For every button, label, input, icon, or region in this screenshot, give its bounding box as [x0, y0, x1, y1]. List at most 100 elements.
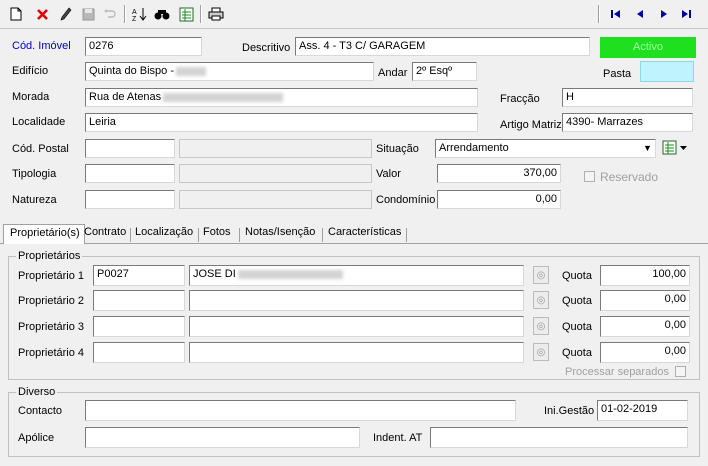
fraccao-field[interactable]: H [562, 88, 693, 107]
condominio-field[interactable]: 0,00 [437, 190, 561, 209]
cod-imovel-field[interactable]: 0276 [85, 37, 202, 56]
apolice-label: Apólice [18, 432, 55, 444]
tab-contrato[interactable]: Contrato [84, 226, 126, 238]
quota-2-label: Quota [562, 295, 592, 307]
proprietario-1-name[interactable]: JOSE DI [189, 265, 524, 286]
localidade-label: Localidade [12, 116, 66, 128]
quota-1-field[interactable]: 100,00 [600, 265, 690, 286]
tab-localizacao[interactable]: Localização [135, 226, 193, 238]
sort-icon[interactable]: AZ [130, 4, 150, 24]
dropdown-arrow-icon[interactable]: ▼ [640, 140, 655, 157]
proprietario-4-name[interactable] [189, 342, 524, 363]
cod-imovel-label[interactable]: Cód. Imóvel [12, 40, 71, 52]
quota-4-label: Quota [562, 347, 592, 359]
tab-proprietarios[interactable]: Proprietário(s) [3, 224, 85, 244]
owner-4-detail-icon[interactable]: ◎ [533, 343, 549, 361]
apolice-field[interactable] [85, 427, 360, 448]
natureza-label: Natureza [12, 194, 57, 206]
ini-gestao-field[interactable]: 01-02-2019 [597, 400, 688, 421]
owner-1-detail-icon[interactable]: ◎ [533, 266, 549, 284]
proprietario-1-code[interactable]: P0027 [93, 265, 185, 286]
table-lookup-icon[interactable] [662, 139, 690, 157]
pasta-field[interactable] [640, 61, 694, 82]
proprietario-2-code[interactable] [93, 290, 185, 311]
valor-field[interactable]: 370,00 [437, 164, 561, 183]
proprietario-1-name-value: JOSE DI [193, 268, 236, 280]
localidade-field[interactable]: Leiria [85, 113, 478, 132]
pasta-label: Pasta [603, 68, 632, 80]
first-record-icon[interactable] [606, 4, 626, 24]
quota-2-field[interactable]: 0,00 [600, 290, 690, 311]
quota-4-field[interactable]: 0,00 [600, 342, 690, 363]
print-icon[interactable] [206, 4, 226, 24]
artigo-matriz-label: Artigo Matriz [500, 119, 562, 131]
proprietario-4-code[interactable] [93, 342, 185, 363]
natureza-field[interactable] [85, 190, 175, 209]
proprietario-3-name[interactable] [189, 316, 524, 337]
tipologia-label: Tipologia [12, 168, 57, 180]
tipologia-field[interactable] [85, 164, 175, 183]
proprietario-2-label: Proprietário 2 [18, 295, 85, 307]
contacto-field[interactable] [85, 400, 516, 421]
save-icon[interactable] [78, 4, 98, 24]
tab-fotos[interactable]: Fotos [203, 226, 231, 238]
morada-label: Morada [12, 91, 50, 103]
tab-caracteristicas[interactable]: Características [328, 226, 401, 238]
owner-3-detail-icon[interactable]: ◎ [533, 317, 549, 335]
cod-postal-description-field [179, 139, 372, 158]
reservado-label: Reservado [600, 170, 659, 184]
tipologia-description-field [179, 164, 372, 183]
proprietario-1-label: Proprietário 1 [18, 270, 85, 282]
reservado-checkbox[interactable] [584, 171, 595, 182]
status-badge: Activo [600, 37, 696, 58]
situacao-value: Arrendamento [439, 142, 509, 154]
valor-label: Valor [376, 168, 401, 180]
quota-1-label: Quota [562, 270, 592, 282]
edificio-value: Quinta do Bispo - [89, 65, 174, 77]
quota-3-label: Quota [562, 321, 592, 333]
proprietario-2-name[interactable] [189, 290, 524, 311]
processar-separados-label: Processar separados [565, 366, 669, 378]
edificio-field[interactable]: Quinta do Bispo - [85, 62, 374, 81]
find-icon[interactable] [152, 4, 172, 24]
tab-label: Proprietário(s) [10, 227, 80, 239]
undo-icon[interactable] [100, 4, 120, 24]
ini-gestao-label: Ini.Gestão [544, 405, 595, 417]
cod-postal-label: Cód. Postal [12, 143, 69, 155]
diverso-legend: Diverso [16, 386, 58, 398]
edit-icon[interactable] [56, 4, 76, 24]
descritivo-field[interactable]: Ass. 4 - T3 C/ GARAGEM [295, 37, 590, 56]
tab-notas-isencao[interactable]: Notas/Isenção [245, 226, 315, 238]
indent-at-field[interactable] [430, 427, 688, 448]
proprietario-3-label: Proprietário 3 [18, 321, 85, 333]
morada-value: Rua de Atenas [89, 91, 162, 103]
situacao-select[interactable]: Arrendamento ▼ [435, 139, 656, 158]
edificio-label: Edifício [12, 65, 49, 77]
andar-field[interactable]: 2º Esqº [412, 62, 477, 81]
redacted-text [163, 92, 284, 102]
fraccao-label: Fracção [500, 93, 540, 105]
last-record-icon[interactable] [676, 4, 696, 24]
morada-field[interactable]: Rua de Atenas [85, 88, 478, 107]
redacted-text [237, 269, 343, 279]
redacted-text [176, 66, 206, 76]
report-icon[interactable] [176, 4, 196, 24]
andar-label: Andar [378, 67, 408, 79]
condominio-label: Condomínio [376, 194, 436, 206]
processar-separados-checkbox[interactable] [675, 366, 686, 377]
indent-at-label: Indent. AT [373, 432, 423, 444]
svg-text:A: A [132, 9, 137, 16]
cod-postal-field[interactable] [85, 139, 175, 158]
contacto-label: Contacto [18, 405, 63, 417]
owner-2-detail-icon[interactable]: ◎ [533, 291, 549, 309]
prev-record-icon[interactable] [630, 4, 650, 24]
svg-text:Z: Z [132, 16, 137, 21]
toolbar: AZ [0, 0, 708, 29]
quota-3-field[interactable]: 0,00 [600, 316, 690, 337]
new-document-icon[interactable] [6, 4, 26, 24]
proprietarios-legend: Proprietários [16, 250, 83, 262]
proprietario-3-code[interactable] [93, 316, 185, 337]
next-record-icon[interactable] [654, 4, 674, 24]
delete-icon[interactable] [32, 4, 52, 24]
artigo-matriz-field[interactable]: 4390- Marrazes [562, 113, 693, 132]
